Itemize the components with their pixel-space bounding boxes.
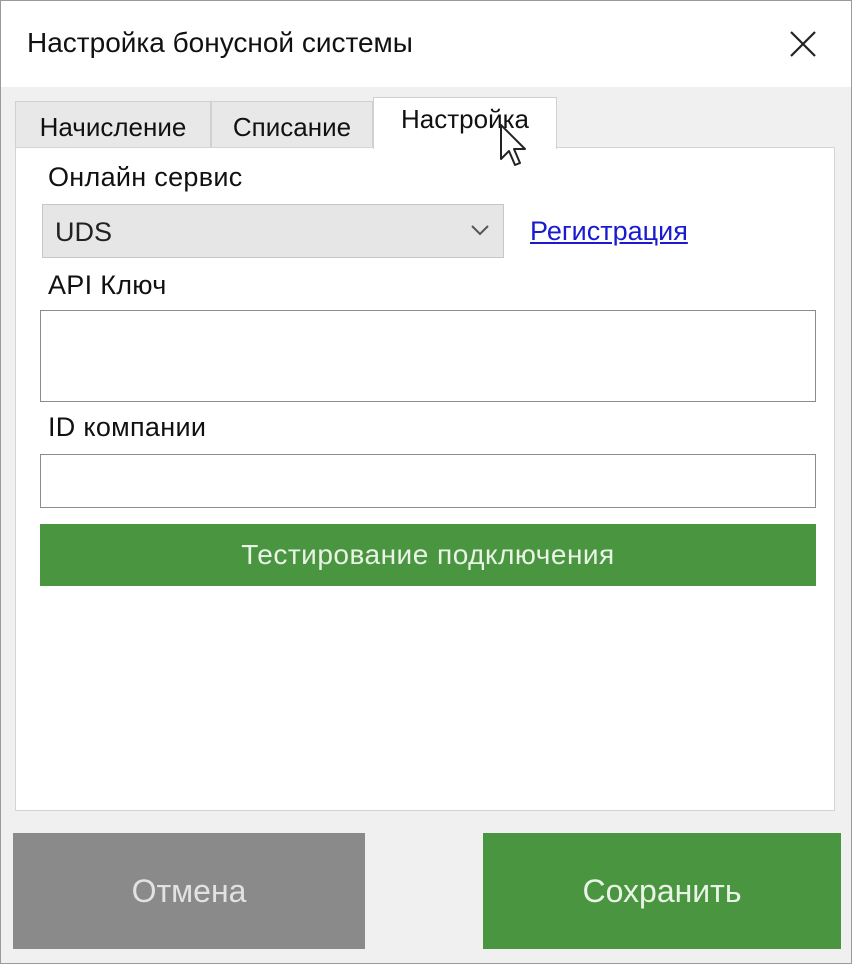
tab-write-off[interactable]: Списание (211, 101, 373, 147)
company-id-label: ID компании (48, 412, 207, 442)
online-service-label: Онлайн сервис (48, 162, 243, 192)
bonus-settings-dialog: Настройка бонусной системы Начисление Сп… (0, 0, 852, 964)
settings-panel: Онлайн сервис UDS Регистрация API Ключ I… (15, 147, 835, 811)
api-key-field[interactable] (40, 310, 816, 402)
company-id-field[interactable] (40, 454, 816, 508)
tab-accrual[interactable]: Начисление (15, 101, 211, 147)
api-key-label: API Ключ (48, 270, 167, 300)
cancel-button[interactable]: Отмена (13, 833, 365, 949)
api-key-input[interactable] (41, 311, 815, 401)
test-connection-button[interactable]: Тестирование подключения (40, 524, 816, 586)
chevron-down-icon (471, 225, 489, 236)
tab-settings[interactable]: Настройка (373, 97, 557, 149)
mouse-cursor-icon (500, 124, 526, 166)
title-bar: Настройка бонусной системы (1, 1, 851, 87)
tab-strip: Начисление Списание Настройка (15, 97, 837, 149)
close-button[interactable] (771, 13, 835, 75)
company-id-input[interactable] (41, 455, 815, 507)
window-title: Настройка бонусной системы (27, 27, 413, 58)
registration-link[interactable]: Регистрация (530, 216, 688, 247)
online-service-select[interactable]: UDS (42, 204, 504, 258)
close-icon (790, 31, 816, 57)
online-service-value: UDS (55, 217, 113, 247)
save-button[interactable]: Сохранить (483, 833, 841, 949)
